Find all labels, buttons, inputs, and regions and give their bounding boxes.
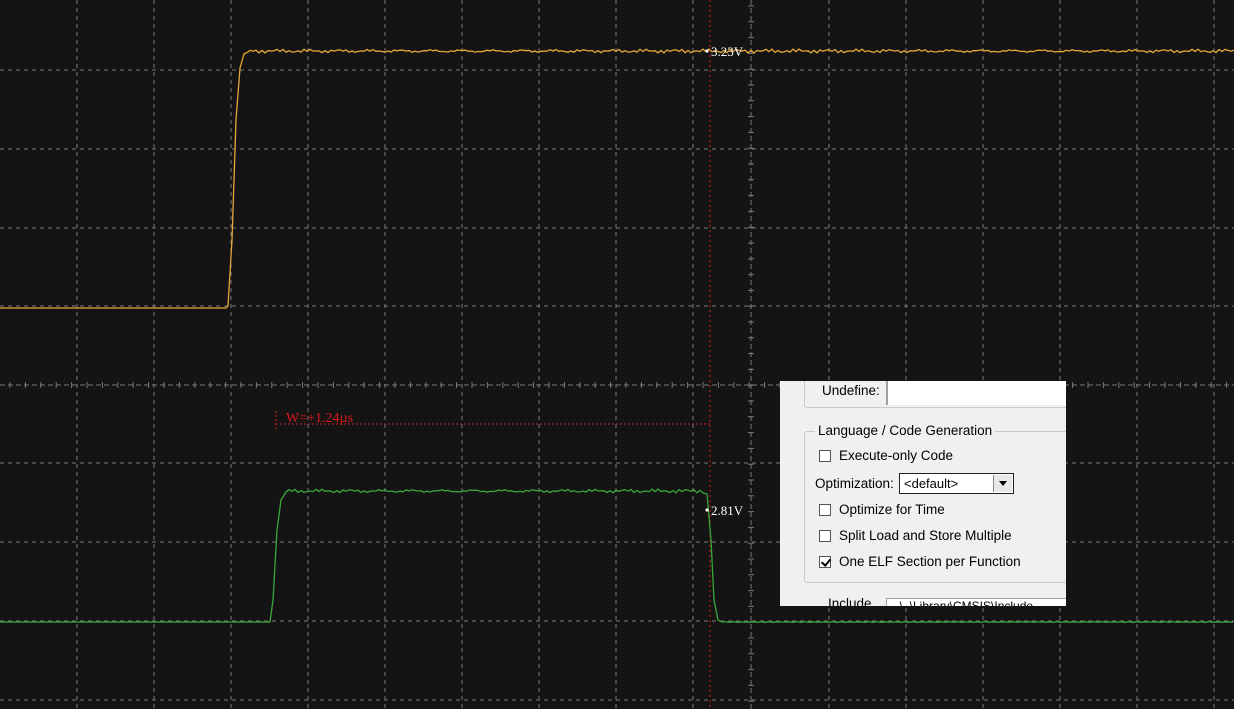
group-title: Language / Code Generation — [815, 423, 996, 438]
include-paths-input[interactable]: ..\..\Library\CMSIS\Include — [886, 598, 1066, 606]
channel2-voltage-readout: 2.81V — [711, 503, 744, 518]
chevron-down-icon[interactable] — [993, 475, 1012, 492]
split-load-store-option[interactable]: Split Load and Store Multiple — [819, 528, 1012, 543]
optimization-selected-value: <default> — [904, 476, 959, 491]
compiler-options-dialog: Undefine: Language / Code Generation Exe… — [780, 381, 1066, 606]
optimize-for-time-option[interactable]: Optimize for Time — [819, 502, 945, 517]
optimization-select[interactable]: <default> — [899, 473, 1014, 494]
execute-only-code-option[interactable]: Execute-only Code — [819, 448, 953, 463]
one-elf-section-option[interactable]: One ELF Section per Function — [819, 554, 1021, 569]
execute-only-code-label: Execute-only Code — [839, 448, 954, 463]
channel2-marker-dot — [705, 508, 709, 512]
undefine-label: Undefine: — [822, 383, 880, 398]
one-elf-section-checkbox[interactable] — [819, 555, 831, 568]
optimize-for-time-checkbox[interactable] — [819, 503, 831, 516]
include-label: Include — [828, 596, 872, 606]
channel1-trace — [0, 48, 1234, 309]
execute-only-code-checkbox[interactable] — [819, 449, 831, 462]
split-load-store-checkbox[interactable] — [819, 529, 831, 542]
channel1-voltage-readout: 3.23V — [711, 44, 744, 59]
one-elf-section-label: One ELF Section per Function — [839, 554, 1021, 569]
channel1-marker-dot — [705, 49, 709, 53]
optimization-label: Optimization: — [815, 476, 894, 491]
split-load-store-label: Split Load and Store Multiple — [839, 528, 1012, 543]
pulse-width-readout: W=+1.24µs — [286, 411, 353, 426]
undefine-input[interactable] — [886, 381, 1066, 405]
optimize-for-time-label: Optimize for Time — [839, 502, 945, 517]
